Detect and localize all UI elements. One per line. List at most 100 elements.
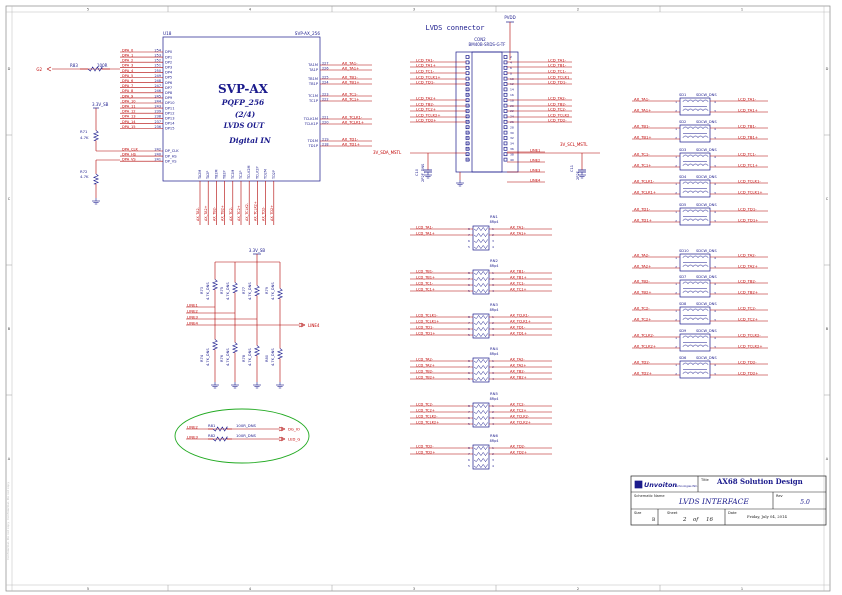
- u18-right-num: 227: [322, 61, 328, 65]
- rn-pin-r: 3: [492, 458, 494, 462]
- con2-left-net: LCD_TC2+: [416, 106, 436, 111]
- sd-coil: [692, 290, 699, 294]
- sd-coil: [697, 190, 704, 194]
- sd-coil: [687, 154, 694, 158]
- rn-element: [473, 451, 489, 457]
- rn-part: 8Rp4: [490, 264, 499, 268]
- rn-element: [473, 409, 489, 415]
- u18-left-name: DP3: [165, 66, 172, 70]
- sd-coil: [702, 163, 709, 167]
- eb-ref: R82: [208, 433, 216, 438]
- lb-bot-ref: R74: [200, 354, 204, 362]
- sd-right-net: LCD_TD1-: [738, 206, 757, 211]
- u18-left-name: DP9: [165, 96, 173, 100]
- rn-element: [473, 364, 489, 370]
- sd-pin-l: 2: [675, 265, 677, 269]
- rn-right-net: AX_TCLK1-: [510, 313, 530, 317]
- rn-part: 8Rp4: [490, 308, 499, 312]
- u18-left-num: 237: [155, 120, 161, 124]
- border-row-label: A: [8, 457, 11, 461]
- sd-right-net: LCD_TC1-: [738, 151, 757, 156]
- rn-element: [473, 238, 489, 244]
- rn-part: 8Rp4: [490, 397, 499, 401]
- sd-coil: [682, 209, 689, 213]
- rn-left-net: LCD_TA1+: [416, 231, 435, 235]
- sd-coil: [697, 99, 704, 103]
- lb-top-res: [276, 288, 284, 299]
- sd-part: SDCW_DNS: [696, 203, 717, 207]
- tb-sheet: 2: [682, 517, 687, 523]
- rn-body: [472, 444, 490, 470]
- u18-bottom-name: TC2P: [239, 171, 243, 180]
- u18-bottom-name: TA2P: [206, 171, 210, 180]
- sd-pin-r: 3: [714, 109, 716, 113]
- eb-ref: R81: [208, 423, 216, 428]
- con2-pin-r: [503, 136, 508, 140]
- u18-bottom-net: AX_TA2+: [204, 205, 208, 221]
- con2-pinnum-l: 33: [466, 142, 470, 146]
- border-row-label-right: A: [826, 457, 829, 461]
- lb-bot-res: [211, 339, 219, 350]
- con2-pinnum-l: 5: [468, 66, 470, 70]
- sd-pin-l: 2: [675, 372, 677, 376]
- rn-left-net: LCD_TC1-: [416, 281, 434, 285]
- rn-element: [473, 332, 489, 338]
- u18-left2-name: DP_HS: [165, 154, 177, 158]
- sd-coil: [702, 135, 709, 139]
- sd-coil: [682, 190, 689, 194]
- margin-note: Confidential, Do not copy: [6, 522, 10, 560]
- sd-pin-l: 2: [675, 291, 677, 295]
- u18-right-name: TCLK1M: [303, 117, 318, 121]
- u18-ref: U18: [163, 31, 172, 36]
- rn-left-net: LCD_TD2-: [416, 444, 434, 448]
- u18-left-num: 239: [155, 110, 161, 114]
- rn-right-net: AX_TB1-: [510, 269, 526, 273]
- sd-pin-r: 4: [714, 309, 716, 313]
- rn-element: [473, 403, 489, 409]
- sd-coil: [682, 264, 689, 268]
- rn-part: 8Rp4: [490, 352, 499, 356]
- sd-left-net: AX_TA1-: [634, 96, 650, 101]
- schematic-sheet: 5 5 4 4 3 3 2 2 1 1 D D C C B B A A Confidential, Do not c…: [0, 0, 842, 595]
- u18-bottom-net: AX_TD2+: [270, 205, 274, 221]
- sd-coil: [687, 308, 694, 312]
- sd-coil: [687, 255, 694, 259]
- sd-left-net: AX_TCLK1-: [634, 178, 655, 183]
- u18-right-num: 220: [322, 120, 328, 124]
- sd-ref: SD2: [679, 120, 686, 124]
- sd-coil: [702, 218, 709, 222]
- sd-coil: [697, 209, 704, 213]
- con2-pinnum-r: 6: [510, 66, 512, 70]
- u18-bottom-net: AX_TD2-: [262, 206, 266, 221]
- border-row-label-right: B: [826, 327, 829, 331]
- rn-pin-l: 6: [468, 458, 470, 462]
- sd-right-net: LCD_TC2+: [738, 316, 758, 321]
- u18-sub1: PQFP_256: [221, 98, 265, 107]
- scl-net: 3V_SCL_MSTL: [560, 142, 588, 147]
- con2-pinnum-l: 35: [466, 147, 470, 151]
- rn-element: [473, 463, 489, 469]
- con2-left-net: LCD_TA1+: [416, 62, 436, 67]
- u18-bottom-net: AX_TA2-: [196, 206, 200, 221]
- sd-coil: [682, 371, 689, 375]
- tb-schematic-label: Schematic Name: [634, 494, 665, 498]
- u18-left-net: DPA_7: [122, 84, 133, 88]
- con2-pinnum-l: 17: [466, 98, 470, 102]
- sd-coil: [682, 335, 689, 339]
- con2-line-net: LINE1: [530, 148, 540, 152]
- sd-part: SDCW_DNS: [696, 175, 717, 179]
- sd-coil: [682, 290, 689, 294]
- rn-pin-l: 6: [468, 239, 470, 243]
- u18-bottom-name: TA2M: [198, 170, 202, 180]
- sd-coil: [682, 126, 689, 130]
- sd-coil: [682, 154, 689, 158]
- lb-bot-ref: R78: [242, 354, 246, 362]
- rn-body: [472, 313, 490, 339]
- eb-val: 100R_DNS: [236, 433, 257, 438]
- rn-body: [472, 402, 490, 428]
- lb-out-net: LINE4: [308, 323, 320, 328]
- border-row-label: C: [8, 197, 11, 201]
- u18-bottom-name: TB2M: [214, 169, 218, 180]
- con2-part: BM40B-SRDS-G-TF: [469, 42, 507, 47]
- u18-left-name: DP14: [165, 122, 175, 126]
